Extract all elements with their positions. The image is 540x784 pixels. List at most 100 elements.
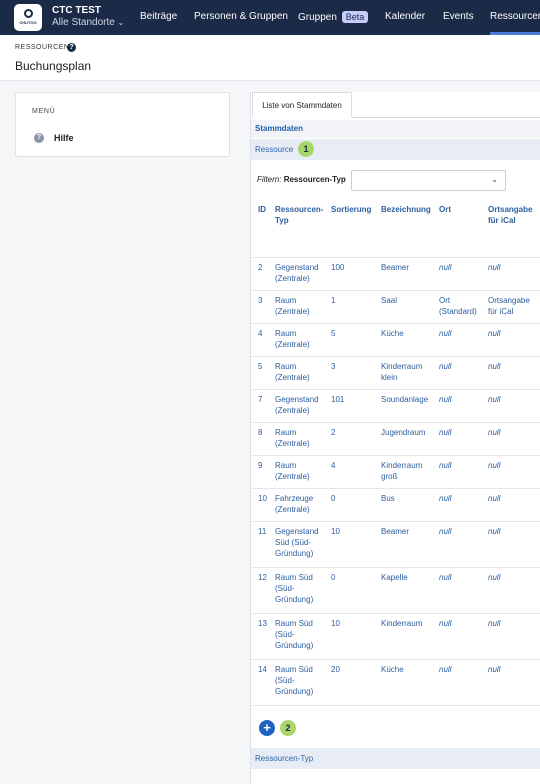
subsection-ressource[interactable]: Ressource 1 (251, 139, 540, 160)
chevron-down-icon: ⌄ (491, 175, 498, 184)
column-header-ical[interactable]: Ortsangabe für iCal (488, 204, 532, 226)
step-badge-2: 2 (280, 720, 296, 736)
column-header-id[interactable]: ID (258, 204, 266, 215)
cell-sort: 10 (331, 527, 340, 536)
page-title: Buchungsplan (15, 59, 92, 73)
cell-id[interactable]: 13 (258, 618, 267, 629)
cell-typ: (Süd- (275, 584, 295, 593)
nav-item-ressourcen[interactable]: Ressourcen (490, 11, 540, 22)
cell-bez[interactable]: Soundanlage (381, 394, 428, 405)
cell-typ: Raum Süd (275, 619, 313, 628)
cell-ort: null (439, 428, 452, 437)
cell-bez[interactable]: Beamer (381, 526, 409, 537)
cell-sort: 0 (331, 494, 336, 503)
nav-item-kalender[interactable]: Kalender (385, 11, 425, 22)
cell-ort: null (439, 461, 452, 470)
add-resource-button[interactable]: + (259, 720, 275, 736)
column-header-ort[interactable]: Ort (439, 204, 451, 215)
cell-ort: null (439, 494, 452, 503)
cell-typ: (Zentrale) (275, 274, 310, 283)
row-divider (251, 257, 540, 258)
filter-select[interactable]: ⌄ (351, 170, 506, 191)
cell-typ: (Zentrale) (275, 373, 310, 382)
cell-typ: (Zentrale) (275, 439, 310, 448)
column-header-bez[interactable]: Bezeichnung (381, 204, 431, 215)
cell-sort: 101 (331, 395, 345, 404)
cell-sort: 10 (331, 619, 340, 628)
cell-ort: null (439, 619, 452, 628)
cell-sort: 100 (331, 263, 345, 272)
cell-bez[interactable]: Küche (381, 328, 404, 339)
filter-label: Filtern: Ressourcen-Typ (257, 175, 346, 184)
cell-typ: Raum (275, 296, 297, 305)
subsection-ressourcen-typ[interactable]: Ressourcen-Typ (251, 748, 540, 769)
column-header-text: Typ (275, 216, 289, 225)
cell-bez[interactable]: Bus (381, 493, 395, 504)
cell-ort: null (439, 665, 452, 674)
cell-ical: null (488, 527, 501, 536)
nav-item-events[interactable]: Events (443, 11, 474, 22)
cell-id[interactable]: 7 (258, 394, 262, 405)
row-divider (251, 323, 540, 324)
cell-bez[interactable]: Beamer (381, 262, 409, 273)
cell-typ: Raum (275, 428, 297, 437)
cell-bez[interactable]: groß (381, 471, 397, 482)
bottom-section-label: Ressourcen-Typ (255, 754, 314, 763)
cell-ort: Ort (439, 296, 451, 305)
app-logo[interactable]: CHUTOO (14, 4, 42, 31)
cell-id[interactable]: 2 (258, 262, 262, 273)
row-divider (251, 488, 540, 489)
cell-ical: null (488, 395, 501, 404)
cell-sort: 3 (331, 362, 336, 371)
nav-item-gruppen[interactable]: Gruppen Beta (298, 11, 369, 23)
cell-ort: null (439, 263, 452, 272)
row-divider (251, 613, 540, 614)
cell-typ: (Zentrale) (275, 307, 310, 316)
cell-id[interactable]: 11 (258, 526, 266, 537)
section-header: Stammdaten (251, 120, 540, 138)
subsection-label: Ressource (255, 145, 294, 154)
cell-sort: 1 (331, 296, 336, 305)
cell-id[interactable]: 14 (258, 664, 267, 675)
cell-bez[interactable]: Kapelle (381, 572, 408, 583)
row-divider (251, 290, 540, 291)
column-header-sort[interactable]: Sortierung (331, 204, 371, 215)
cell-bez[interactable]: Jugendraum (381, 427, 425, 438)
row-divider (251, 455, 540, 456)
cell-id[interactable]: 9 (258, 460, 262, 471)
cell-ical: null (488, 362, 501, 371)
org-name: CTC TEST (52, 5, 101, 16)
cell-sort: 5 (331, 329, 336, 338)
column-header-typ[interactable]: Ressourcen- Typ (275, 204, 323, 226)
step-badge-1: 1 (298, 141, 314, 157)
menu-item-label: Hilfe (54, 133, 74, 143)
cell-typ: Raum (275, 362, 297, 371)
cell-typ: (Zentrale) (275, 472, 310, 481)
cell-typ: Süd (Süd- (275, 538, 312, 547)
cell-id[interactable]: 10 (258, 493, 267, 504)
cell-id[interactable]: 5 (258, 361, 262, 372)
cell-bez[interactable]: Saal (381, 295, 397, 306)
cell-id[interactable]: 8 (258, 427, 262, 438)
cell-sort: 0 (331, 573, 336, 582)
location-switcher[interactable]: Alle Standorte ⌄ (52, 17, 124, 28)
cell-bez[interactable]: Kinderraum (381, 361, 422, 372)
cell-bez[interactable]: klein (381, 372, 397, 383)
cell-ical: für iCal (488, 307, 514, 316)
cell-bez[interactable]: Kinderraum (381, 460, 422, 471)
cell-id[interactable]: 12 (258, 572, 267, 583)
row-divider (251, 356, 540, 357)
beta-badge: Beta (341, 11, 369, 23)
cell-bez[interactable]: Kinderraum (381, 618, 422, 629)
breadcrumb[interactable]: RESSOURCEN (15, 44, 69, 51)
cell-bez[interactable]: Küche (381, 664, 404, 675)
column-header-text: für iCal (488, 216, 516, 225)
cell-typ: (Süd- (275, 630, 295, 639)
nav-item-beitraege[interactable]: Beiträge (140, 11, 177, 22)
cell-id[interactable]: 3 (258, 295, 262, 306)
row-divider (251, 659, 540, 660)
tab-liste-von-stammdaten[interactable]: Liste von Stammdaten (252, 92, 352, 117)
help-icon[interactable]: ? (67, 43, 76, 52)
nav-item-personen-gruppen[interactable]: Personen & Gruppen (194, 11, 288, 22)
cell-id[interactable]: 4 (258, 328, 262, 339)
